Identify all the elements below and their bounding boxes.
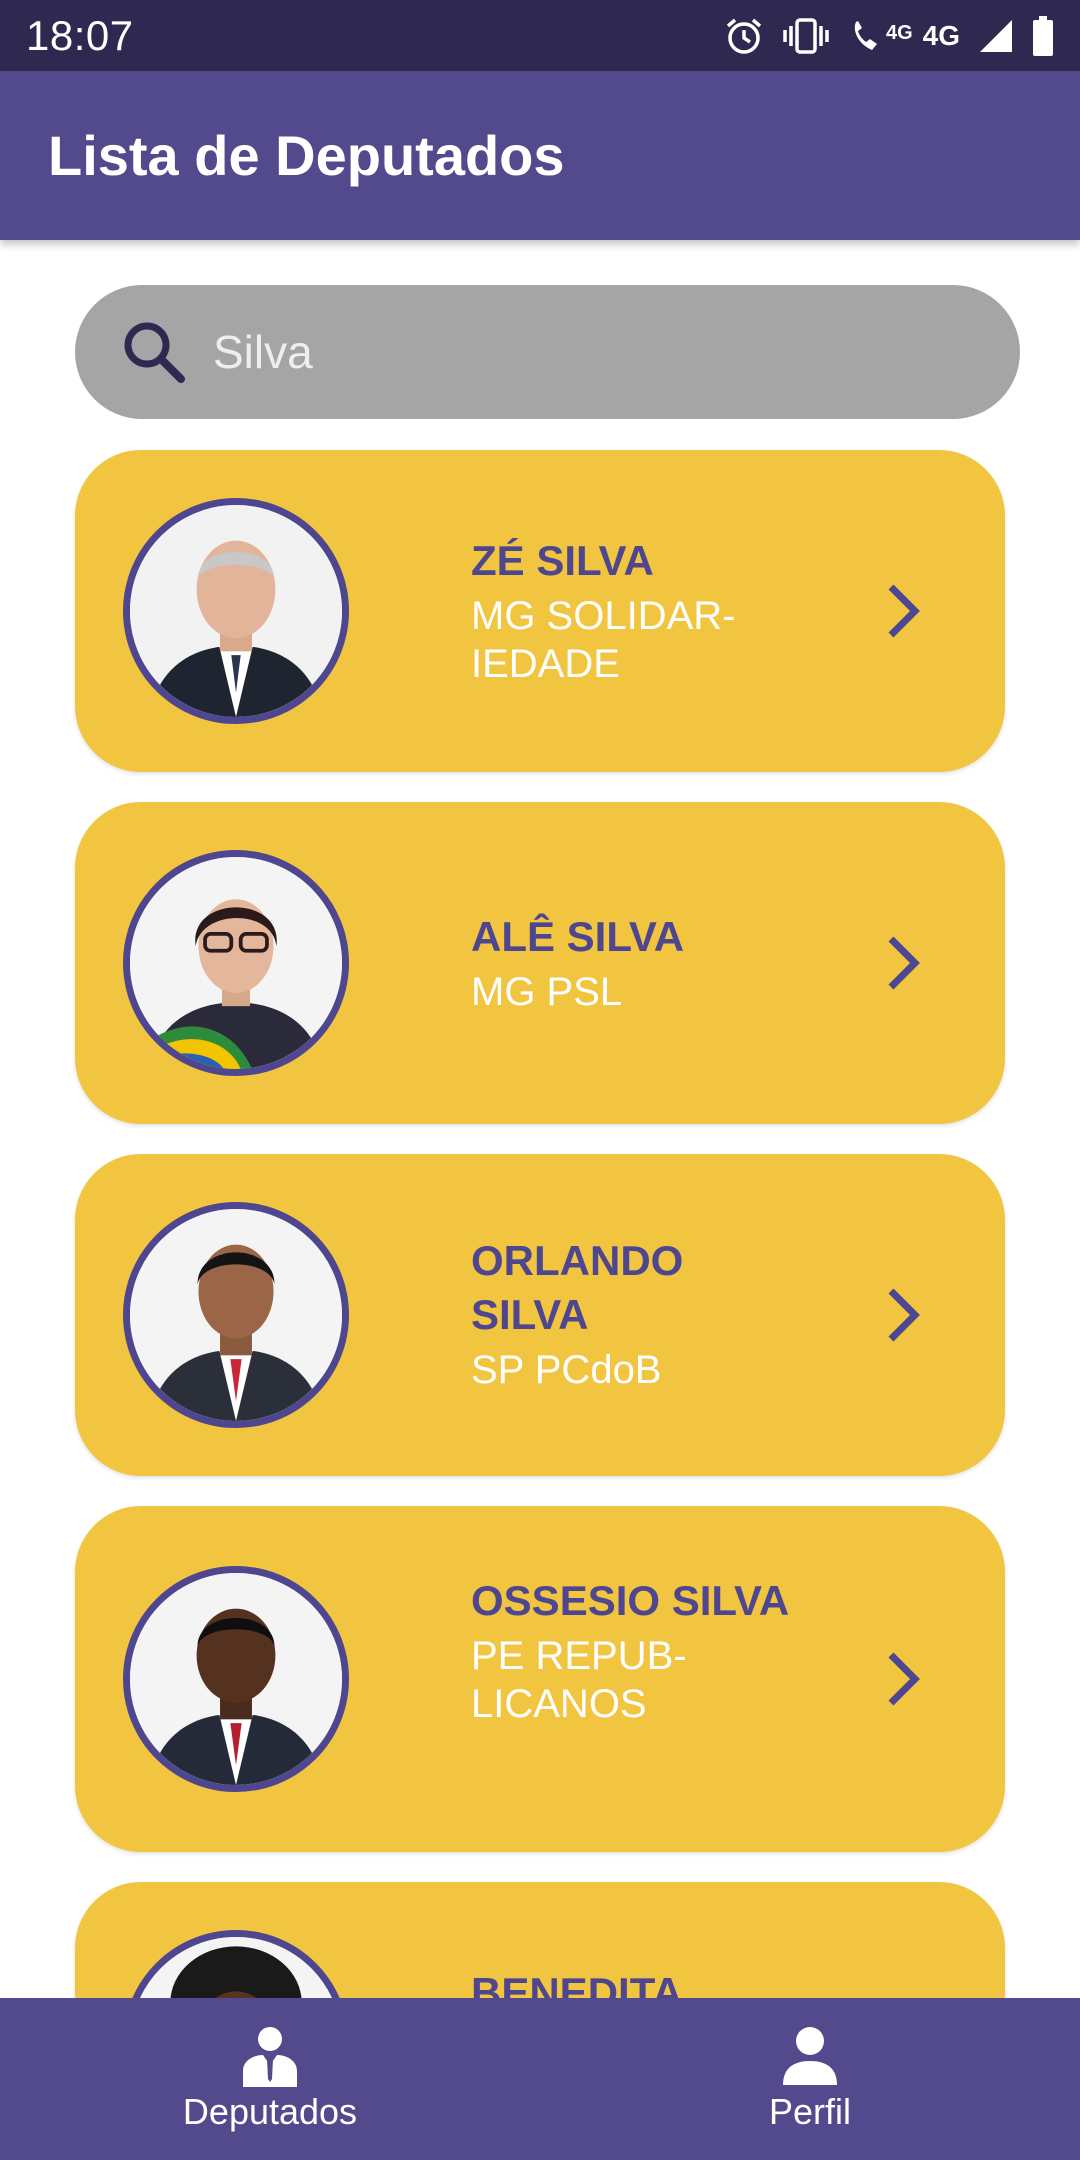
nav-item-perfil[interactable]: Perfil bbox=[540, 1998, 1080, 2160]
deputy-info: ALÊ SILVA MG PSL bbox=[471, 910, 811, 1016]
deputy-name: ZÉ SILVA bbox=[471, 537, 654, 584]
search-input[interactable] bbox=[213, 325, 933, 379]
deputy-photo bbox=[123, 1930, 349, 1998]
deputies-list[interactable]: ZÉ SILVA MG SOLIDAR-IEDADE ALÊ SILVA bbox=[0, 240, 1080, 1998]
deputy-photo bbox=[123, 498, 349, 724]
app-bar: Lista de Deputados bbox=[0, 71, 1080, 240]
chevron-right-icon bbox=[888, 1288, 920, 1342]
status-bar: 18:07 4G 4G bbox=[0, 0, 1080, 71]
deputy-card[interactable]: ORLANDO SILVA SP PCdoB bbox=[75, 1154, 1005, 1476]
deputy-name: ORLANDO SILVA bbox=[471, 1237, 684, 1338]
status-icons: 4G 4G bbox=[724, 15, 1054, 56]
deputy-name: BENEDITA bbox=[471, 1969, 683, 1998]
deputy-icon bbox=[243, 2027, 297, 2087]
deputy-card[interactable]: ZÉ SILVA MG SOLIDAR-IEDADE bbox=[75, 450, 1005, 772]
nav-label-perfil: Perfil bbox=[768, 2091, 852, 2132]
person-icon bbox=[783, 2027, 837, 2085]
signal-icon bbox=[980, 19, 1012, 52]
network-type-small: 4G bbox=[885, 21, 913, 44]
page-title: Lista de Deputados bbox=[48, 124, 565, 187]
deputy-party: MG PSL bbox=[471, 970, 623, 1014]
deputy-name: OSSESIO SILVA bbox=[471, 1577, 790, 1624]
deputy-photo bbox=[123, 850, 349, 1076]
deputy-photo bbox=[123, 1202, 349, 1428]
battery-icon bbox=[1033, 15, 1053, 56]
deputy-info: BENEDITA bbox=[471, 1966, 811, 1998]
vibrate-icon bbox=[783, 17, 829, 54]
deputy-card[interactable]: ALÊ SILVA MG PSL bbox=[75, 802, 1005, 1124]
nav-label-deputados: Deputados bbox=[182, 2091, 358, 2132]
search-icon bbox=[124, 322, 185, 383]
deputy-name: ALÊ SILVA bbox=[471, 913, 685, 960]
wifi-calling-icon bbox=[854, 20, 877, 50]
search-bar[interactable] bbox=[75, 285, 1020, 419]
deputy-card[interactable]: BENEDITA bbox=[75, 1882, 1005, 1998]
deputy-party: MG SOLIDAR-IEDADE bbox=[471, 594, 736, 686]
deputy-info: ORLANDO SILVA SP PCdoB bbox=[471, 1234, 811, 1394]
nav-item-deputados[interactable]: Deputados bbox=[0, 1998, 540, 2160]
deputy-info: OSSESIO SILVA PE REPUB-LICANOS bbox=[471, 1574, 811, 1728]
deputy-card[interactable]: OSSESIO SILVA PE REPUB-LICANOS bbox=[75, 1506, 1005, 1852]
deputy-photo bbox=[123, 1566, 349, 1792]
chevron-right-icon bbox=[888, 936, 920, 990]
deputy-party: SP PCdoB bbox=[471, 1348, 662, 1392]
deputy-party: PE REPUB-LICANOS bbox=[471, 1634, 687, 1726]
bottom-navigation: Deputados Perfil bbox=[0, 1998, 1080, 2160]
status-time: 18:07 bbox=[26, 11, 134, 59]
alarm-icon bbox=[726, 18, 762, 54]
deputy-info: ZÉ SILVA MG SOLIDAR-IEDADE bbox=[471, 534, 811, 688]
network-type: 4G bbox=[922, 19, 960, 51]
chevron-right-icon bbox=[888, 1652, 920, 1706]
chevron-right-icon bbox=[888, 584, 920, 638]
